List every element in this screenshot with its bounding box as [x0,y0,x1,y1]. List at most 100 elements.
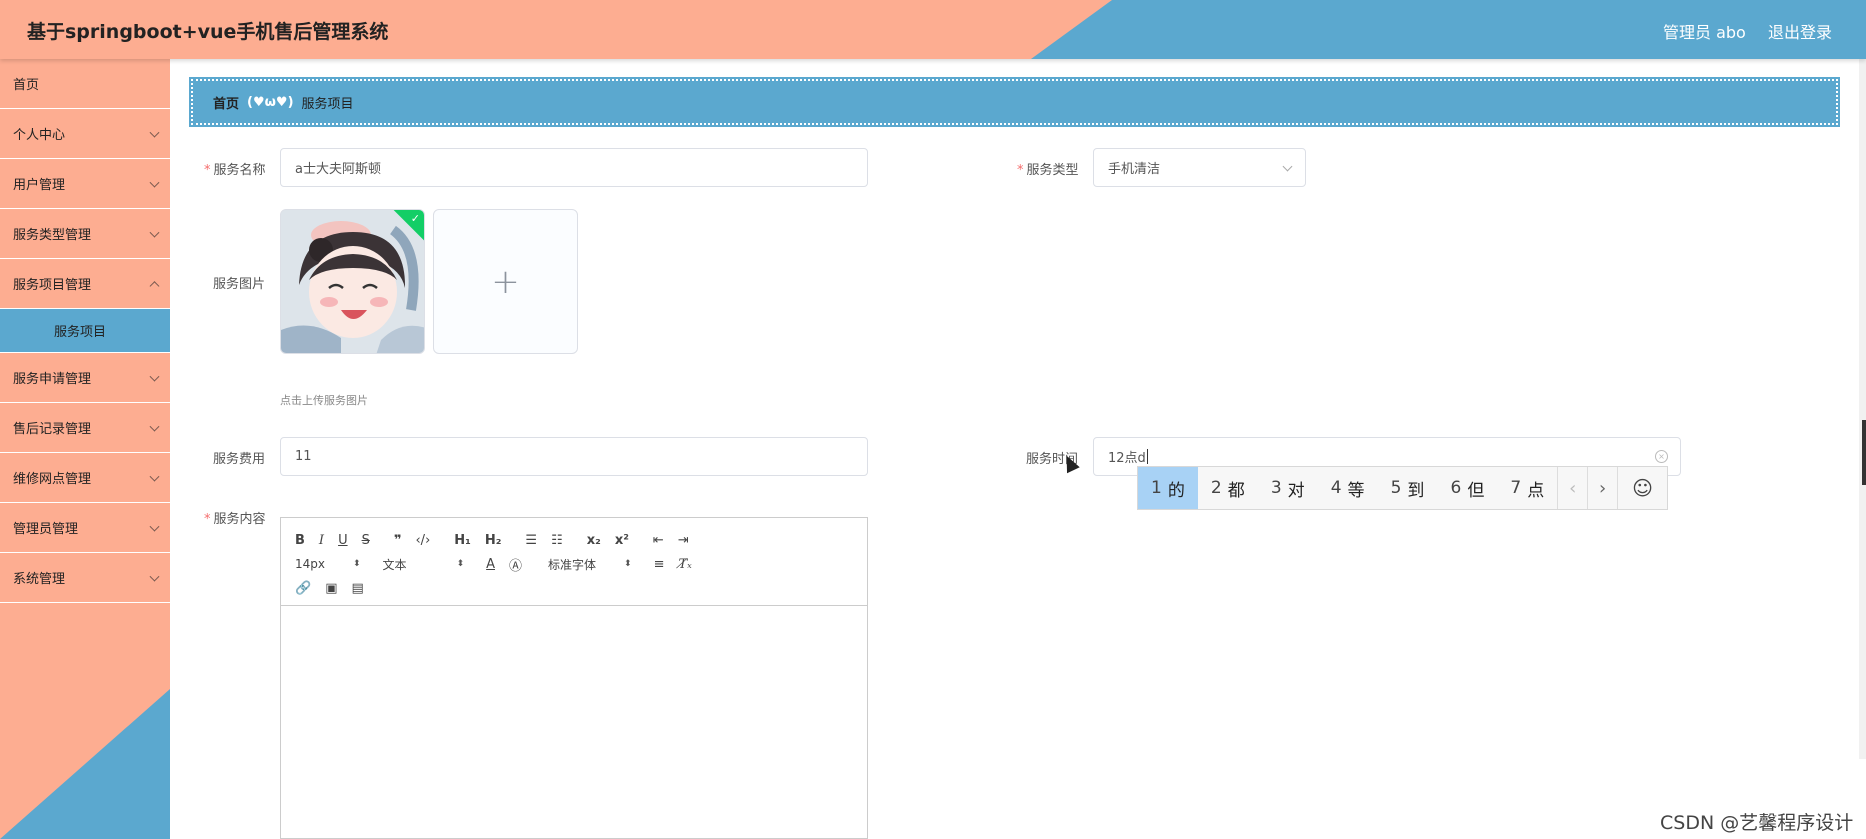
sidebar-item-service-items[interactable]: 服务项目管理 [0,259,170,309]
ime-candidate[interactable]: 7点 [1497,467,1557,509]
candidate-char: 等 [1347,480,1365,501]
sidebar-subitem-service-item[interactable]: 服务项目 [0,309,170,353]
candidate-number: 1 [1151,478,1162,498]
breadcrumb: 首页 (♥ω♥) 服务项目 [189,77,1840,127]
candidate-char: 对 [1287,480,1305,501]
sidebar-item-service-applications[interactable]: 服务申请管理 [0,353,170,403]
check-icon: ✓ [410,212,420,225]
sidebar-item-service-types[interactable]: 服务类型管理 [0,209,170,259]
breadcrumb-home[interactable]: 首页 [213,93,239,112]
sidebar-item-home[interactable]: 首页 [0,59,170,109]
sidebar-item-profile[interactable]: 个人中心 [0,109,170,159]
align-icon[interactable]: ≡ [654,557,665,572]
link-icon[interactable]: 🔗 [295,581,311,596]
sidebar-item-aftersales-records[interactable]: 售后记录管理 [0,403,170,453]
candidate-number: 3 [1270,478,1282,498]
emoji-icon[interactable]: ☺ [1617,467,1667,509]
font-family-picker[interactable]: 标准字体 ⬍ [548,556,632,573]
outdent-icon[interactable]: ⇤ [653,533,664,548]
font-family-value: 标准字体 [548,557,597,572]
breadcrumb-current: 服务项目 [301,96,354,112]
chevron-down-icon [149,177,160,188]
logout-link[interactable]: 退出登录 [1768,19,1832,43]
underline-icon[interactable]: U [338,533,348,548]
background-color-icon[interactable]: Ⓐ [509,555,522,574]
ime-candidate[interactable]: 6但 [1437,467,1497,509]
service-name-label: * 服务名称 [204,159,266,178]
sidebar-item-label: 管理员管理 [13,522,79,537]
sidebar: 首页 个人中心 用户管理 服务类型管理 服务项目管理 服务项目 服务申请管理 售… [0,59,170,839]
ordered-list-icon[interactable]: ☰ [525,533,537,548]
service-content-label-text: 服务内容 [213,512,266,527]
anime-girl-image [281,210,424,353]
chevron-down-icon [149,421,160,432]
app-title: 基于springboot+vue手机售后管理系统 [27,21,389,43]
sidebar-item-users[interactable]: 用户管理 [0,159,170,209]
page-scrollbar-thumb[interactable] [1862,420,1866,485]
blockquote-icon[interactable]: ❞ [394,533,402,548]
ime-candidate[interactable]: 1的 [1138,467,1198,509]
service-type-label-text: 服务类型 [1026,163,1079,178]
candidate-number: 4 [1330,478,1342,498]
service-type-value: 手机清洁 [1108,162,1161,177]
sidebar-item-label: 服务项目 [54,325,107,340]
header-value: 文本 [382,557,407,572]
sidebar-decoration [0,689,170,839]
sidebar-item-admins[interactable]: 管理员管理 [0,503,170,553]
text-color-icon[interactable]: A [486,557,495,572]
superscript-icon[interactable]: x² [615,533,629,548]
updown-icon: ⬍ [624,559,632,569]
bullet-list-icon[interactable]: ☷ [551,533,563,548]
plus-icon: + [491,261,520,302]
required-mark: * [1017,163,1024,178]
image-icon[interactable]: ▣ [325,581,337,596]
code-icon[interactable]: ‹/› [415,533,430,548]
candidate-char: 点 [1527,480,1545,501]
candidate-char: 到 [1407,480,1425,501]
bold-icon[interactable]: B [295,533,305,548]
ime-candidate[interactable]: 2都 [1198,467,1258,509]
chevron-down-icon [149,371,160,382]
candidate-number: 7 [1510,478,1522,498]
chevron-down-icon [1282,161,1293,172]
ime-next-page-icon[interactable]: › [1587,467,1617,509]
service-name-input[interactable]: a士大夫阿斯顿 [280,148,868,187]
heading-1-icon[interactable]: H₁ [454,533,471,548]
italic-icon[interactable]: I [319,533,324,548]
page-scrollbar-track[interactable] [1859,59,1866,759]
ime-candidate[interactable]: 5到 [1378,467,1438,509]
candidate-number: 5 [1390,478,1402,498]
ime-candidate[interactable]: 3对 [1258,467,1318,509]
candidate-char: 的 [1167,480,1185,501]
uploaded-image-thumbnail[interactable]: ✓ [280,209,425,354]
ime-prev-page-icon[interactable]: ‹ [1557,467,1587,509]
indent-icon[interactable]: ⇥ [678,533,689,548]
font-size-value: 14px [295,557,325,571]
sidebar-menu: 首页 个人中心 用户管理 服务类型管理 服务项目管理 服务项目 服务申请管理 售… [0,59,170,603]
sidebar-item-repair-outlets[interactable]: 维修网点管理 [0,453,170,503]
ime-candidate[interactable]: 4等 [1318,467,1378,509]
updown-icon: ⬍ [353,559,361,569]
service-image-label: 服务图片 [213,277,266,292]
service-type-select[interactable]: 手机清洁 [1093,148,1306,187]
strikethrough-icon[interactable]: S [362,533,370,548]
heading-2-icon[interactable]: H₂ [485,533,502,548]
service-fee-input[interactable]: 11 [280,437,868,476]
sidebar-item-label: 个人中心 [13,128,66,143]
editor-content-area[interactable] [281,606,867,838]
candidate-char: 但 [1467,480,1485,501]
header-picker[interactable]: 文本 ⬍ [383,556,465,573]
upload-add-button[interactable]: + [433,209,578,354]
sidebar-item-system[interactable]: 系统管理 [0,553,170,603]
sidebar-item-label: 服务项目管理 [13,278,92,293]
video-icon[interactable]: ▤ [351,581,363,596]
candidate-number: 6 [1450,478,1462,498]
sidebar-item-label: 用户管理 [13,178,66,193]
rich-text-editor: B I U S ❞ ‹/› H₁ H₂ ☰ ☷ x₂ x² ⇤ ⇥ 14px ⬍ … [280,517,868,839]
font-size-picker[interactable]: 14px ⬍ [295,557,361,571]
subscript-icon[interactable]: x₂ [587,533,601,548]
clear-format-icon[interactable]: T̸ₓ [679,557,692,572]
app-header: 基于springboot+vue手机售后管理系统 管理员 abo 退出登录 [0,0,1866,59]
sidebar-item-label: 售后记录管理 [13,422,92,437]
clear-icon[interactable]: × [1655,450,1668,463]
